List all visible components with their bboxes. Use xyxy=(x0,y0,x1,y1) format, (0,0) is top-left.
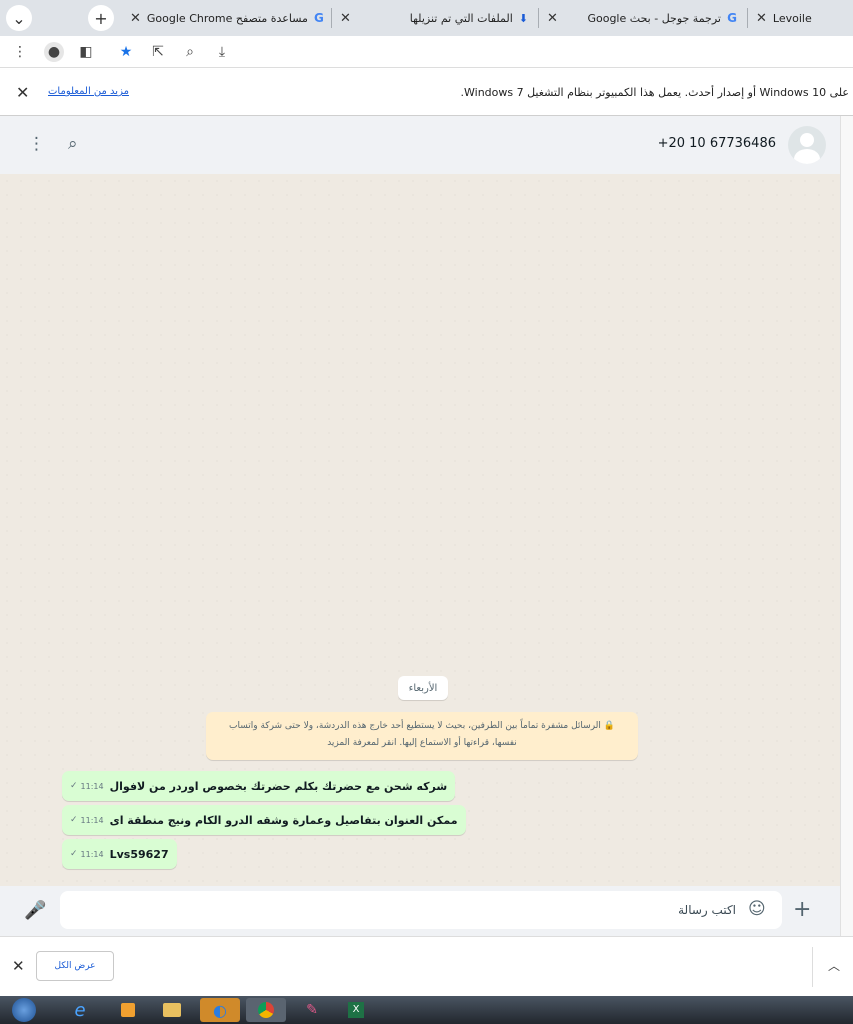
whatsapp-conversation: ⋮ ⌕ +20 10 67736486 الأربعاء 🔒 الرسائل م… xyxy=(0,116,840,936)
bookmark-star-icon[interactable]: ★ xyxy=(116,42,136,62)
tab-title: ترجمة جوجل - بحث Google xyxy=(587,11,721,25)
profile-icon[interactable]: ● xyxy=(44,42,64,62)
message-bubble[interactable]: ✓ 11:14 ممكن العنوان بتفاصيل وعمارة وشقه… xyxy=(62,805,466,835)
message-time: 11:14 xyxy=(80,849,104,859)
lock-icon: 🔒 xyxy=(603,721,615,731)
encryption-notice[interactable]: 🔒 الرسائل مشفرة تماماً بين الطرفين، بحيث… xyxy=(206,712,638,760)
excel-icon[interactable]: X xyxy=(336,998,376,1022)
message-list: الأربعاء 🔒 الرسائل مشفرة تماماً بين الطر… xyxy=(0,174,840,886)
message-bubble[interactable]: ✓ 11:14 شركه شحن مع حضرتك بكلم حضرتك بخص… xyxy=(62,771,456,801)
download-bar: ✕ عرض الكل ︿ xyxy=(0,936,853,996)
close-icon[interactable]: ✕ xyxy=(547,11,558,26)
browser-toolbar: ⋮ ● ◧ ★ ⇱ ⌕ ⤓ xyxy=(0,36,853,68)
avatar[interactable] xyxy=(788,126,826,164)
more-info-link[interactable]: مزيد من المعلومات xyxy=(48,86,129,97)
close-icon[interactable]: ✕ xyxy=(756,11,767,26)
new-tab-button[interactable]: + xyxy=(88,5,114,31)
download-icon: ⬇ xyxy=(518,11,528,25)
start-button[interactable] xyxy=(4,998,44,1022)
page-scrollbar[interactable] xyxy=(840,116,853,936)
message-text: Lvs59627 xyxy=(109,847,169,861)
close-icon[interactable]: ✕ xyxy=(16,83,29,102)
unsupported-os-infobar: ✕ مزيد من المعلومات على Windows 10 أو إص… xyxy=(0,70,853,116)
date-separator: الأربعاء xyxy=(398,676,448,700)
close-icon[interactable]: ✕ xyxy=(12,957,25,975)
menu-kebab-icon[interactable]: ⋮ xyxy=(28,134,45,154)
tab-title: الملفات التي تم تنزيلها xyxy=(409,11,513,25)
tab-google-translate[interactable]: ✕ ترجمة جوجل - بحث Google G xyxy=(541,0,743,36)
check-icon: ✓ xyxy=(70,849,78,859)
message-text: شركه شحن مع حضرتك بكلم حضرتك بخصوص اوردر… xyxy=(109,779,448,793)
contact-phone[interactable]: +20 10 67736486 xyxy=(658,136,776,151)
message-composer: 🎤 ☺ + xyxy=(0,886,840,936)
attach-plus-icon[interactable]: + xyxy=(793,897,811,922)
chrome-icon[interactable] xyxy=(246,998,286,1022)
chevron-up-icon[interactable]: ︿ xyxy=(828,957,840,974)
search-icon[interactable]: ⌕ xyxy=(68,134,78,154)
check-icon: ✓ xyxy=(70,815,78,825)
share-icon[interactable]: ⇱ xyxy=(148,42,168,62)
paint-icon[interactable]: ✎ xyxy=(292,998,332,1022)
tab-search-button[interactable]: ⌄ xyxy=(6,5,32,31)
explorer-icon[interactable] xyxy=(152,998,192,1022)
close-icon[interactable]: ✕ xyxy=(340,11,351,26)
tab-title: Levoile xyxy=(772,11,812,25)
tab-title: مساعدة متصفح Google Chrome xyxy=(146,11,308,25)
infobar-message: على Windows 10 أو إصدار أحدث. يعمل هذا ا… xyxy=(460,86,850,99)
message-time: 11:14 xyxy=(80,781,104,791)
sticker-icon[interactable]: ☺ xyxy=(748,899,766,919)
message-text: ممكن العنوان بتفاصيل وعمارة وشقه الدرو ا… xyxy=(109,813,458,827)
microphone-icon[interactable]: 🎤 xyxy=(24,900,46,921)
message-bubble[interactable]: ✓ 11:14 Lvs59627 xyxy=(62,839,177,869)
plus-icon: + xyxy=(94,8,108,28)
tab-chrome-help[interactable]: ✕ مساعدة متصفح Google Chrome G xyxy=(124,0,330,36)
chat-header: ⋮ ⌕ +20 10 67736486 xyxy=(0,116,840,174)
google-icon: G xyxy=(727,11,737,25)
zoom-icon[interactable]: ⌕ xyxy=(180,42,200,62)
chevron-down-icon: ⌄ xyxy=(12,8,26,28)
show-all-button[interactable]: عرض الكل xyxy=(36,951,114,981)
media-icon[interactable] xyxy=(108,998,148,1022)
tab-strip: ⌄ + ✕ مساعدة متصفح Google Chrome G ✕ الم… xyxy=(0,0,853,36)
side-panel-icon[interactable]: ◧ xyxy=(76,42,96,62)
windows-taskbar: e ◐ ✎ X xyxy=(0,996,853,1024)
install-icon[interactable]: ⤓ xyxy=(212,42,232,62)
internet-explorer-icon[interactable]: e xyxy=(60,998,100,1022)
encryption-notice-text: الرسائل مشفرة تماماً بين الطرفين، بحيث ل… xyxy=(229,721,601,748)
edge-icon[interactable]: ◐ xyxy=(200,998,240,1022)
message-time: 11:14 xyxy=(80,815,104,825)
tab-levoile[interactable]: ✕ Levoile xyxy=(750,0,853,36)
close-icon[interactable]: ✕ xyxy=(130,11,141,26)
menu-kebab-icon[interactable]: ⋮ xyxy=(10,42,30,62)
tab-downloads[interactable]: ✕ الملفات التي تم تنزيلها ⬇ xyxy=(334,0,534,36)
google-icon: G xyxy=(313,11,324,25)
message-input[interactable] xyxy=(60,891,782,929)
divider xyxy=(812,947,813,987)
check-icon: ✓ xyxy=(70,781,78,791)
